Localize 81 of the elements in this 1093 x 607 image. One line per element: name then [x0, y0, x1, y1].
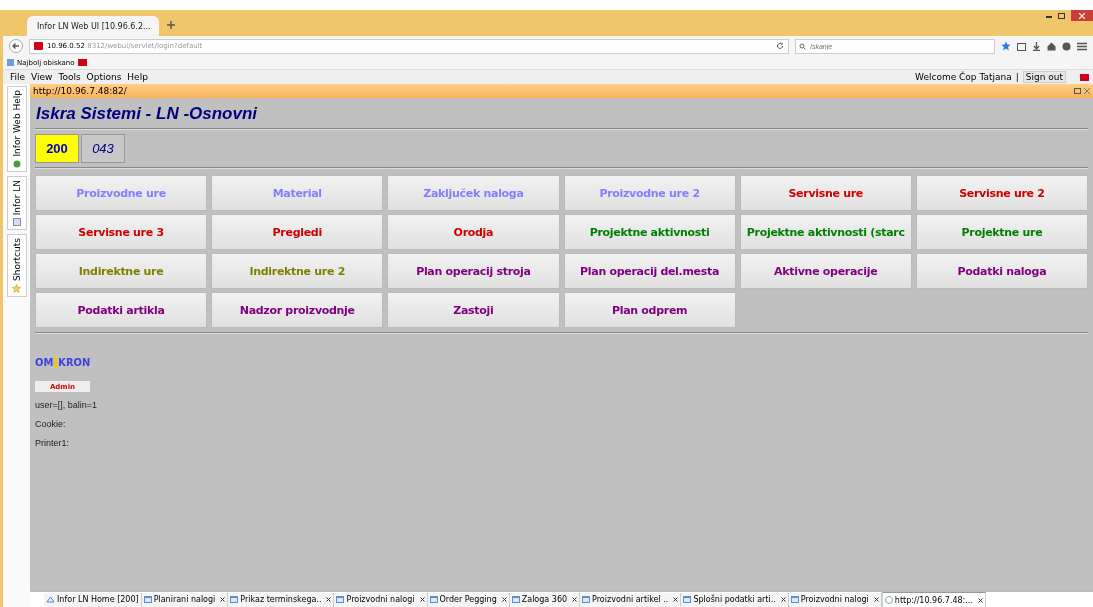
welcome-text: Welcome Čop Tatjana: [915, 72, 1012, 82]
menu-item[interactable]: View: [28, 72, 56, 82]
window-icon: [511, 596, 520, 603]
menu-tile[interactable]: Servisne ure 2: [915, 175, 1088, 211]
tab-title: Infor LN Web UI [10.96.6.2...: [37, 21, 151, 31]
window-tab[interactable]: Infor LN Home [200]: [44, 592, 142, 607]
menu-tile[interactable]: Pregledi: [211, 214, 384, 250]
menu-tile[interactable]: Projektne ure: [915, 214, 1088, 250]
reload-icon[interactable]: [776, 42, 784, 50]
window-tab[interactable]: http://10.96.7.48:...: [881, 592, 986, 607]
menu-tile[interactable]: Plan operacij stroja: [387, 253, 560, 289]
menu-tile[interactable]: Servisne ure 3: [35, 214, 208, 250]
window-tab[interactable]: Prikaz terminskega..: [228, 592, 335, 607]
close-icon[interactable]: [326, 597, 332, 602]
window-tab[interactable]: Proizvodni artikel ..: [580, 592, 682, 607]
window-tab[interactable]: Splošni podatki arti..: [681, 592, 789, 607]
info-text: Printer1:: [35, 437, 69, 448]
menu-tile[interactable]: Podatki artikla: [35, 292, 208, 328]
close-icon[interactable]: [572, 597, 578, 602]
close-icon[interactable]: [977, 597, 983, 603]
window-icon: [683, 596, 692, 603]
help-icon: [12, 159, 21, 168]
logo: OM KRON: [35, 356, 92, 369]
window-tab[interactable]: Proizvodni nalogi: [788, 592, 882, 607]
window-icon: [336, 596, 345, 603]
bookmark-icon: [7, 59, 14, 66]
browser-tab[interactable]: Infor LN Web UI [10.96.6.2...: [27, 16, 159, 36]
window-icon: [230, 596, 239, 603]
download-icon[interactable]: [1032, 41, 1041, 51]
close-icon[interactable]: [873, 597, 879, 602]
home-icon[interactable]: [1047, 41, 1056, 51]
menu-tile[interactable]: Plan odprem: [563, 292, 736, 328]
menu-tile[interactable]: Plan operacij del.mesta: [563, 253, 736, 289]
menu-item[interactable]: Tools: [55, 72, 84, 82]
menu-tile[interactable]: Servisne ure: [739, 175, 912, 211]
site-icon: [1080, 73, 1089, 81]
menu-tile[interactable]: Projektne aktivnosti (starc: [739, 214, 912, 250]
maximize-icon[interactable]: [1058, 12, 1065, 19]
separator-text: |: [1015, 72, 1019, 82]
list-icon: [12, 217, 21, 226]
star-icon[interactable]: [1001, 41, 1011, 51]
side-tab[interactable]: Infor Web Help: [6, 86, 27, 172]
menu-tile[interactable]: Projektne aktivnosti: [563, 214, 736, 250]
menu-item[interactable]: Options: [83, 72, 125, 82]
menu-tile[interactable]: Zastoji: [387, 292, 560, 328]
close-icon[interactable]: [419, 597, 425, 602]
window-icon: [790, 596, 799, 603]
company-tab[interactable]: 043: [81, 134, 125, 163]
info-text: Cookie:: [35, 418, 66, 429]
site-icon[interactable]: [77, 59, 87, 66]
maximize-icon[interactable]: [1074, 87, 1082, 94]
menu-item[interactable]: File: [7, 72, 29, 82]
close-icon[interactable]: [501, 597, 507, 602]
window-tab[interactable]: Order Pegging: [427, 592, 510, 607]
panel-url: http://10.96.7.48:82/: [33, 86, 127, 96]
close-icon[interactable]: [780, 597, 786, 602]
close-button[interactable]: [1071, 10, 1093, 21]
side-tab[interactable]: Shortcuts: [6, 233, 27, 297]
star-icon: [12, 284, 21, 293]
close-icon[interactable]: [673, 597, 679, 602]
menu-tile[interactable]: Podatki naloga: [915, 253, 1088, 289]
menu-tile[interactable]: Nadzor proizvodnje: [211, 292, 384, 328]
window-tab[interactable]: Planirani nalogi: [141, 592, 229, 607]
menu-tile[interactable]: Orodja: [387, 214, 560, 250]
back-icon[interactable]: [9, 39, 23, 53]
window-tab[interactable]: Zaloga 360: [509, 592, 581, 607]
window-icon: [143, 596, 152, 603]
menu-item[interactable]: Help: [124, 72, 151, 82]
company-tab[interactable]: 200: [35, 134, 79, 163]
window-tab[interactable]: Proizvodni nalogi: [334, 592, 428, 607]
sign-out-button[interactable]: Sign out: [1022, 71, 1066, 83]
site-icon: [34, 42, 43, 50]
window-icon: [429, 596, 438, 603]
window-icon: [582, 596, 591, 603]
info-text: user=[], balin=1: [35, 399, 98, 410]
menu-tile[interactable]: Aktivne operacije: [739, 253, 912, 289]
side-tab[interactable]: Infor LN: [6, 175, 27, 230]
close-icon[interactable]: [220, 597, 226, 602]
page-title: Iskra Sistemi - LN -Osnovni: [36, 104, 259, 124]
home-icon: [46, 596, 55, 603]
menu-icon[interactable]: [1077, 41, 1087, 51]
